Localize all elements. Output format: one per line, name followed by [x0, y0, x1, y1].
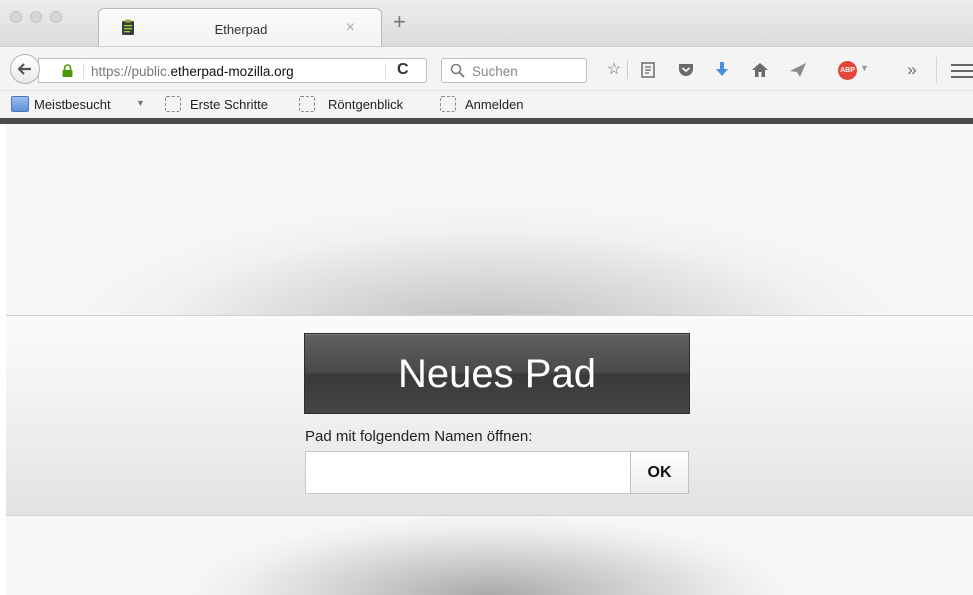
- menu-divider: [936, 57, 937, 83]
- address-divider: [83, 63, 84, 79]
- minimize-window-button[interactable]: [30, 11, 42, 23]
- folder-icon: [11, 96, 29, 112]
- address-bar[interactable]: https://public.etherpad-mozilla.org C: [38, 58, 427, 83]
- home-icon[interactable]: [750, 61, 770, 79]
- reload-divider: [385, 63, 386, 79]
- back-arrow-icon: [18, 63, 31, 75]
- reload-icon[interactable]: C: [397, 61, 409, 79]
- pad-name-input[interactable]: [305, 451, 630, 494]
- address-url[interactable]: https://public.etherpad-mozilla.org: [91, 64, 294, 79]
- bookmark-erste-schritte[interactable]: Erste Schritte: [190, 97, 268, 112]
- pocket-icon[interactable]: [676, 61, 696, 79]
- bookmark-placeholder-icon: [299, 96, 315, 112]
- adblock-dropdown-icon[interactable]: ▼: [860, 63, 869, 73]
- download-icon[interactable]: [712, 61, 732, 79]
- close-window-button[interactable]: [10, 11, 22, 23]
- reading-list-icon[interactable]: [638, 61, 658, 79]
- bookmarks-toolbar: Meistbesucht ▼ Erste Schritte Röntgenbli…: [0, 90, 973, 118]
- search-icon: [450, 63, 465, 78]
- new-pad-button[interactable]: Neues Pad: [304, 333, 690, 414]
- bookmark-anmelden[interactable]: Anmelden: [465, 97, 524, 112]
- bookmark-meistbesucht[interactable]: Meistbesucht: [34, 97, 111, 112]
- share-icon[interactable]: [788, 61, 808, 79]
- page-footer-area: [6, 516, 973, 595]
- adblock-icon[interactable]: ABP: [838, 61, 857, 80]
- navigation-bar: https://public.etherpad-mozilla.org C Su…: [0, 46, 973, 90]
- tab-close-icon[interactable]: ×: [346, 19, 355, 37]
- chevron-down-icon[interactable]: ▼: [136, 98, 145, 108]
- open-pad-label: Pad mit folgendem Namen öffnen:: [305, 428, 533, 445]
- page-header-area: [6, 124, 973, 315]
- bookmark-roentgenblick[interactable]: Röntgenblick: [328, 97, 403, 112]
- ok-button[interactable]: OK: [630, 451, 689, 494]
- url-prefix: https://public.: [91, 64, 171, 79]
- bookmark-placeholder-icon: [165, 96, 181, 112]
- overflow-icon[interactable]: »: [902, 61, 922, 79]
- star-divider: [627, 61, 628, 79]
- zoom-window-button[interactable]: [50, 11, 62, 23]
- new-tab-button[interactable]: +: [393, 11, 406, 33]
- bookmark-placeholder-icon: [440, 96, 456, 112]
- tab-strip: Etherpad × +: [0, 0, 973, 47]
- lock-icon: [62, 64, 73, 77]
- menu-icon[interactable]: [951, 64, 973, 82]
- search-box[interactable]: Suchen: [441, 58, 587, 83]
- url-domain: etherpad-mozilla.org: [170, 64, 294, 79]
- back-button[interactable]: [10, 54, 40, 84]
- bookmark-star-icon[interactable]: ☆: [604, 61, 624, 79]
- tab-etherpad[interactable]: Etherpad ×: [98, 8, 382, 47]
- search-placeholder: Suchen: [472, 64, 518, 79]
- tab-title: Etherpad: [214, 22, 268, 37]
